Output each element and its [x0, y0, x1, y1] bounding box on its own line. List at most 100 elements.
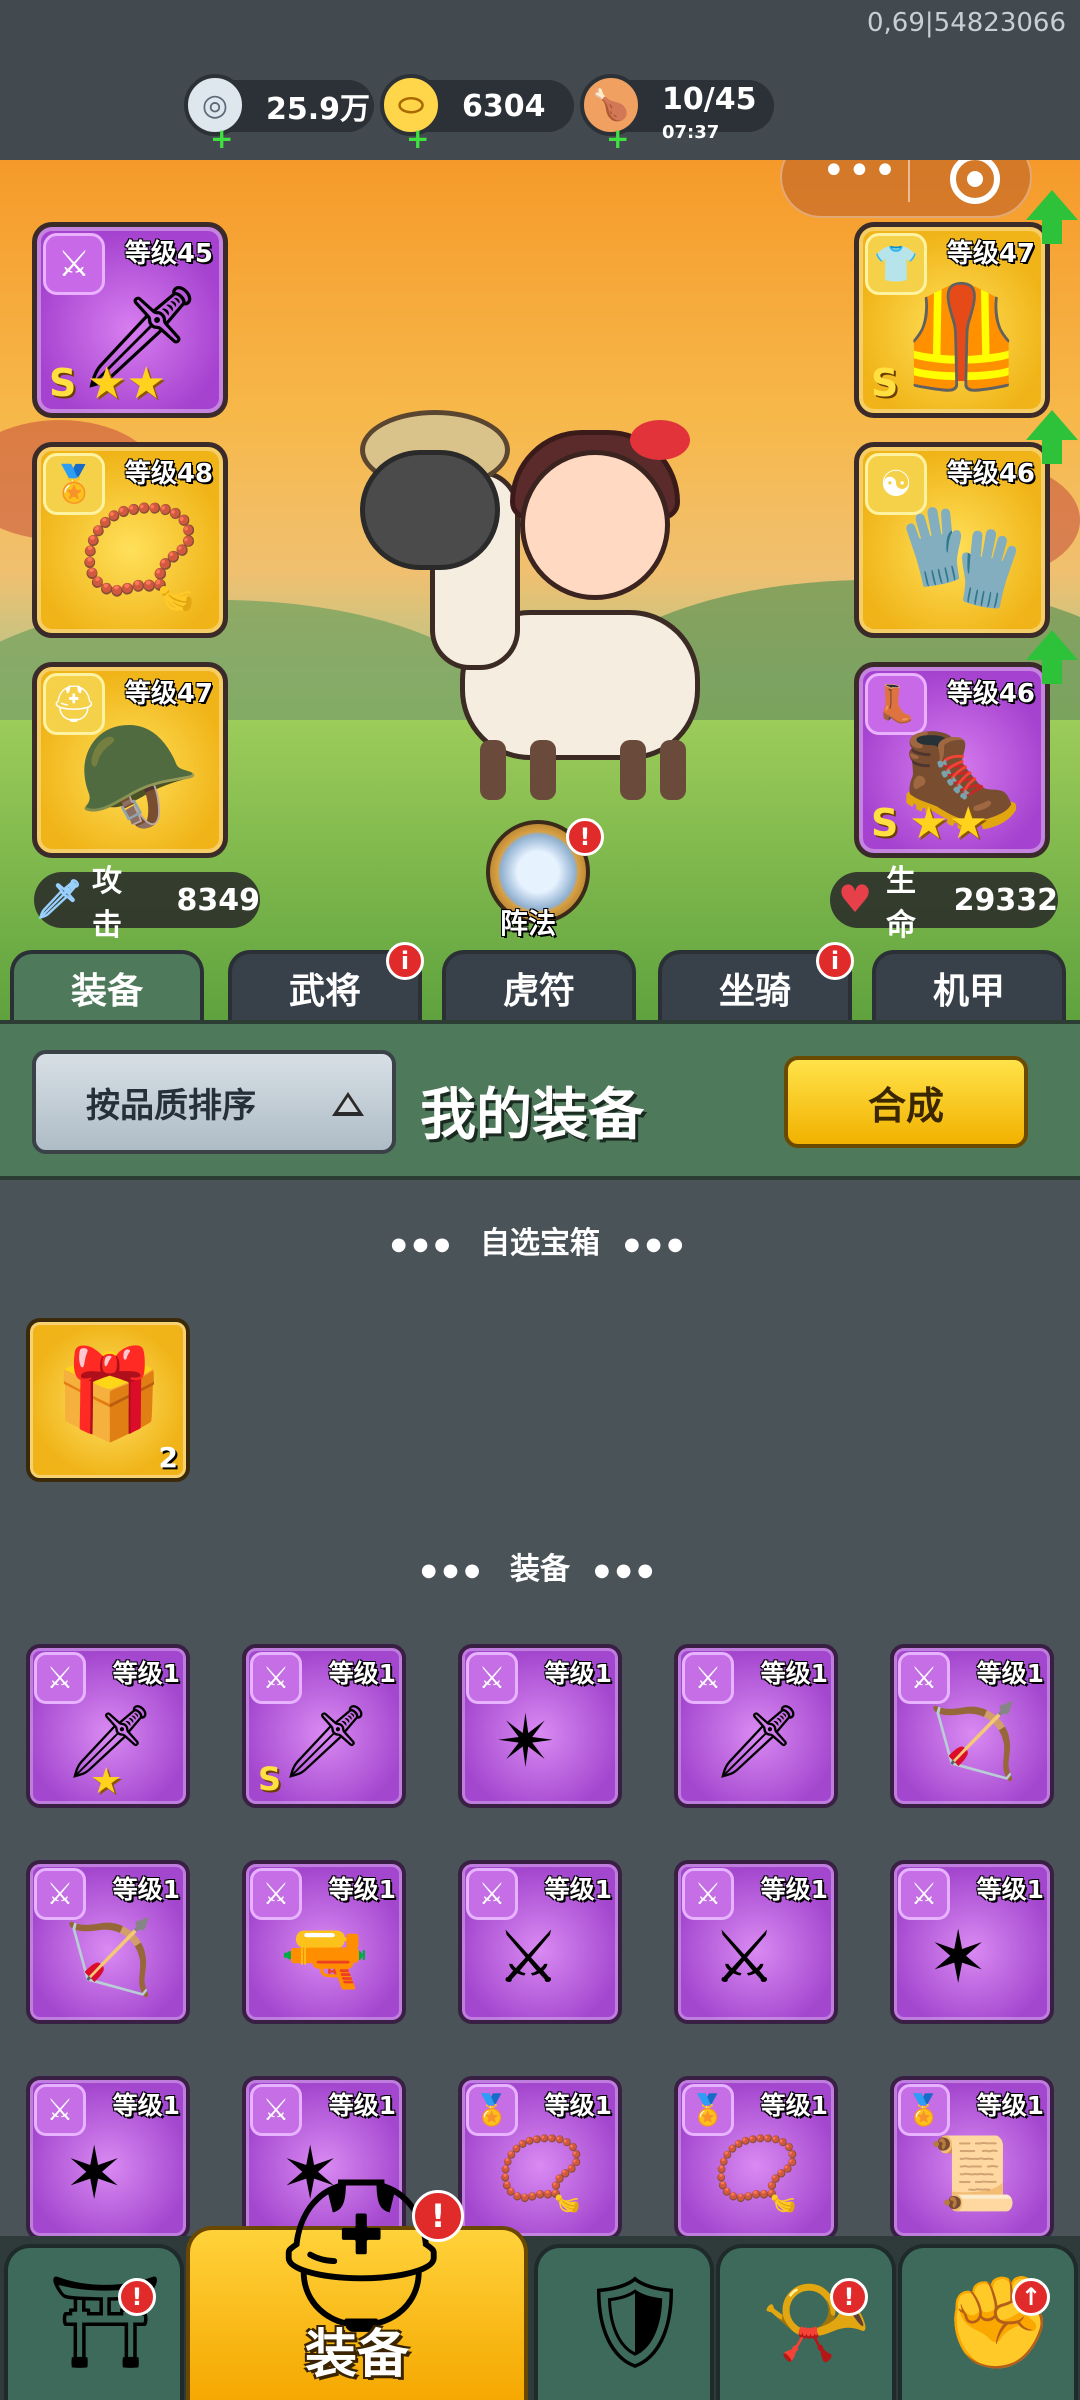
slot-medal[interactable]: 🏅 等级48 📿	[32, 442, 228, 638]
item-level: 等级1	[112, 2091, 180, 2120]
silver-resource[interactable]: ◎ + 25.9万	[184, 74, 374, 155]
item-art-icon: 🏹	[64, 1915, 154, 1999]
item-art-icon: 🗡	[712, 1699, 804, 1783]
slot-armor[interactable]: 👕 等级47 🦺 S	[854, 222, 1050, 418]
slot-boots[interactable]: 👢 等级46 🥾 S ★★	[854, 662, 1050, 858]
item-level: 等级1	[328, 1659, 396, 1688]
attack-value: 8349	[176, 882, 261, 918]
hero-character[interactable]	[330, 410, 750, 800]
equipment-item[interactable]: ⚔ 等级1 ⚔	[674, 1860, 838, 2024]
upgrade-arrow-icon	[1026, 630, 1078, 684]
slot-helmet[interactable]: ⛑ 等级47 🪖	[32, 662, 228, 858]
item-grade: S	[258, 1760, 282, 1798]
slot-weapon[interactable]: ⚔ 等级45 🗡 S ★★	[32, 222, 228, 418]
build-id: 0,69|54823066	[867, 8, 1066, 38]
gold-resource[interactable]: ⬭ + 6304	[380, 74, 574, 155]
item-art-icon: ✶	[928, 1915, 989, 1999]
item-level: 等级1	[544, 1659, 612, 1688]
item-art-icon: 🔫	[280, 1915, 370, 1999]
slot-grade: S	[871, 801, 899, 845]
chest-icon: 🎁	[54, 1342, 164, 1445]
add-silver-icon[interactable]: +	[210, 122, 233, 155]
equipment-item[interactable]: ⚔ 等级1 ✶	[890, 1860, 1054, 2024]
equipment-item[interactable]: ⚔ 等级1 🏹	[26, 1860, 190, 2024]
tab-bar: 装备 武将 i 虎符 坐骑 i 机甲	[0, 942, 1080, 1022]
equipment-item[interactable]: ⚔ 等级1 ⚔	[458, 1860, 622, 2024]
alert-badge: !	[118, 2278, 156, 2316]
item-level: 等级1	[112, 1875, 180, 1904]
item-level: 等级1	[976, 2091, 1044, 2120]
nav-equipment[interactable]: ⛑ 装备 !	[186, 2169, 528, 2400]
sort-label: 按品质排序	[86, 1085, 256, 1126]
stamina-resource[interactable]: 🍗 + 10/45 07:37	[580, 74, 774, 155]
equipment-item[interactable]: ⚔ 等级1 ✴	[458, 1644, 622, 1808]
equipment-item[interactable]: ⚔ 等级1 🗡	[674, 1644, 838, 1808]
helmet-art-icon: 🪖	[77, 718, 202, 835]
star-icon: ★	[90, 1761, 123, 1802]
target-icon[interactable]	[950, 160, 1000, 204]
item-level: 等级1	[760, 2091, 828, 2120]
equipment-item[interactable]: ⚔ 等级1 🗡 ★	[26, 1644, 190, 1808]
add-gold-icon[interactable]: +	[406, 122, 429, 155]
slot-level: 等级46	[946, 459, 1035, 489]
more-dots-icon[interactable]: •••	[822, 160, 899, 194]
chest-count: 2	[158, 1441, 178, 1474]
item-level: 等级1	[544, 2091, 612, 2120]
tab-equipment[interactable]: 装备	[10, 950, 204, 1022]
equipment-item[interactable]: ⚔ 等级1 ✶	[26, 2076, 190, 2240]
tab-mount[interactable]: 坐骑 i	[658, 942, 854, 1022]
synthesize-button[interactable]: 合成	[784, 1056, 1028, 1148]
item-art-icon: ✴	[496, 1699, 557, 1783]
item-level: 等级1	[112, 1659, 180, 1688]
item-level: 等级1	[328, 1875, 396, 1904]
top-bar: 0,69|54823066 ◎ + 25.9万 ⬭ + 6304 🍗 + 10/…	[0, 0, 1080, 160]
tab-tiger-tally[interactable]: 虎符	[442, 950, 636, 1022]
alert-badge: !	[830, 2278, 868, 2316]
sword-icon: 🗡	[34, 876, 84, 921]
slot-level: 等级47	[946, 239, 1035, 269]
info-badge: i	[386, 942, 424, 980]
attack-label: 攻击	[92, 864, 122, 943]
nav-gate[interactable]: ⛩ !	[4, 2244, 184, 2400]
equipment-item[interactable]: ⚔ 等级1 🗡 S	[242, 1644, 406, 1808]
equipment-item[interactable]: 🏅 等级1 📿	[458, 2076, 622, 2240]
heart-icon: ♥	[837, 877, 873, 921]
equipment-item[interactable]: 🏅 等级1 📿	[674, 2076, 838, 2240]
upgrade-arrow-icon	[1026, 190, 1078, 244]
item-level: 等级1	[760, 1875, 828, 1904]
item-level: 等级1	[328, 2091, 396, 2120]
nav-horn[interactable]: 📯 !	[716, 2244, 896, 2400]
item-art-icon: 📿	[712, 2131, 802, 2215]
equipment-panel-header: 按品质排序 我的装备 合成	[0, 1020, 1080, 1180]
selectable-chest-item[interactable]: 🎁 2	[26, 1318, 190, 1482]
medal-art-icon: 📿	[77, 498, 202, 615]
stamina-value: 10/45	[662, 81, 757, 117]
tab-generals[interactable]: 武将 i	[228, 942, 424, 1022]
add-stamina-icon[interactable]: +	[606, 122, 629, 155]
health-stat: ♥ 生命 29332	[830, 864, 1058, 943]
nav-equipment-label: 装备	[304, 2325, 409, 2385]
formation-label: 阵法	[500, 907, 557, 940]
nav-upgrade[interactable]: ✊ ↑	[898, 2244, 1078, 2400]
item-level: 等级1	[976, 1875, 1044, 1904]
equipment-item[interactable]: ⚔ 等级1 🔫	[242, 1860, 406, 2024]
stamina-timer: 07:37	[662, 122, 720, 143]
tab-mecha[interactable]: 机甲	[872, 950, 1066, 1022]
sort-dropdown[interactable]: 按品质排序	[32, 1050, 396, 1154]
item-art-icon: ⚔	[712, 1915, 777, 1999]
item-level: 等级1	[544, 1875, 612, 1904]
item-art-icon: 📿	[496, 2131, 586, 2215]
slot-accessory[interactable]: ☯ 等级46 🧤	[854, 442, 1050, 638]
slot-stars: ★★	[87, 358, 166, 409]
attack-stat: 🗡 攻击 8349	[34, 864, 261, 943]
shield-icon: 🛡	[578, 2270, 693, 2375]
nav-battle[interactable]: 🛡	[534, 2244, 714, 2400]
item-art-icon: 📜	[928, 2131, 1018, 2215]
slot-level: 等级48	[124, 459, 213, 489]
mini-program-capsule: •••	[780, 160, 1032, 218]
alert-badge: ↑	[1012, 2278, 1050, 2316]
equipment-item[interactable]: ⚔ 等级1 🏹	[890, 1644, 1054, 1808]
equipment-item[interactable]: 🏅 等级1 📜	[890, 2076, 1054, 2240]
item-art-icon: 🏹	[928, 1699, 1018, 1783]
item-art-icon: ✶	[64, 2131, 125, 2215]
